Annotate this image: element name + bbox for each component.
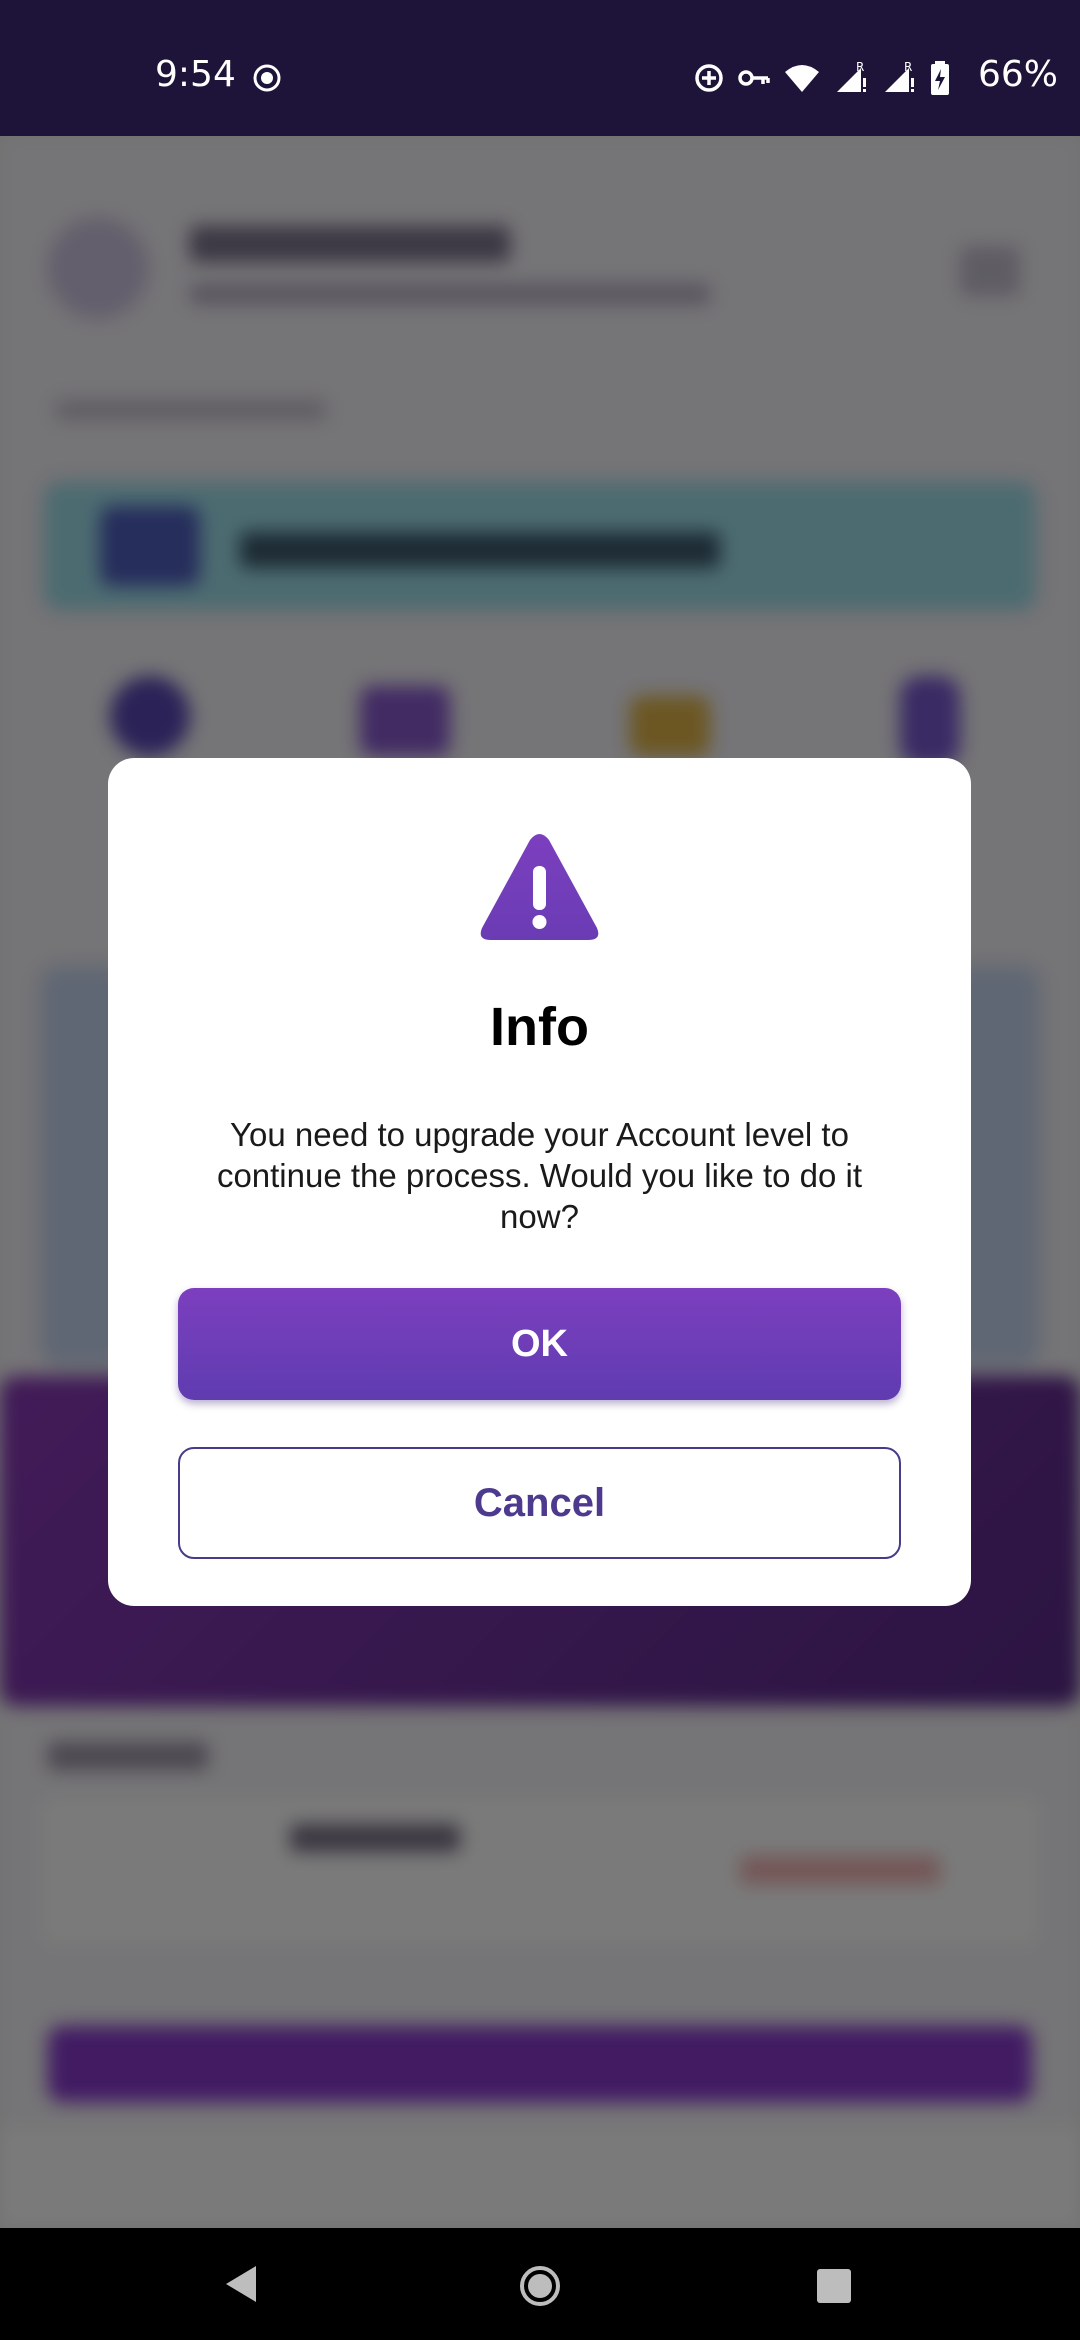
dialog-message: You need to upgrade your Account level t… xyxy=(216,1116,863,1235)
info-dialog: Info You need to upgrade your Account le… xyxy=(108,758,971,1606)
battery-percentage: 66% xyxy=(978,54,1059,95)
dialog-title: Info xyxy=(490,997,589,1057)
signal-roaming-icon: R xyxy=(881,60,917,96)
battery-charging-icon xyxy=(929,60,951,96)
recents-icon[interactable] xyxy=(816,2268,852,2309)
signal-roaming-icon: R xyxy=(833,60,869,96)
cancel-button[interactable]: Cancel xyxy=(178,1447,901,1559)
ok-button[interactable]: OK xyxy=(178,1288,901,1400)
home-icon[interactable] xyxy=(518,2264,562,2313)
wifi-icon xyxy=(783,62,821,94)
screen-record-icon xyxy=(252,63,282,93)
vpn-key-icon xyxy=(737,62,771,94)
warning-triangle-icon xyxy=(478,832,601,944)
data-saver-icon xyxy=(693,62,725,94)
status-icons: R R xyxy=(693,60,951,96)
navigation-bar xyxy=(0,2228,1080,2340)
status-time: 9:54 xyxy=(155,54,236,95)
back-icon[interactable] xyxy=(222,2264,260,2309)
svg-text:R: R xyxy=(856,60,864,74)
status-bar: 9:54 R R 66% xyxy=(0,0,1080,136)
svg-text:R: R xyxy=(904,60,912,74)
